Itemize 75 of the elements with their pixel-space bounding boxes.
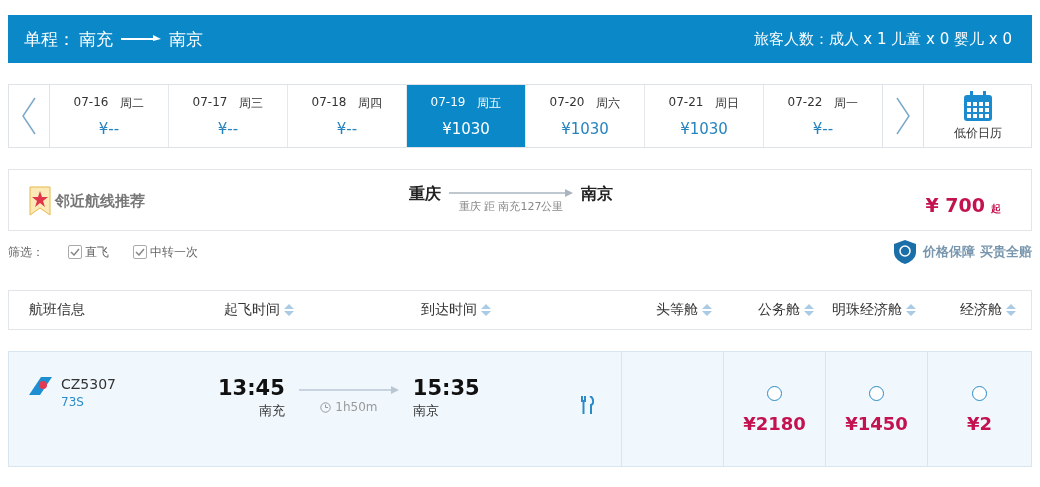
date-tab[interactable]: 07-19 周五 ¥1030 <box>407 85 526 147</box>
column-header: 航班信息 <box>29 301 85 319</box>
section-title: 邻近航线推荐 <box>55 191 145 211</box>
clock-icon <box>320 401 332 413</box>
fare-radio[interactable] <box>869 386 884 401</box>
flight-duration: 1h50m <box>335 400 378 414</box>
date-label: 07-19 <box>430 94 466 111</box>
aircraft-type: 73S <box>61 395 85 409</box>
arrow-icon <box>121 34 161 44</box>
fare-radio[interactable] <box>972 386 987 401</box>
date-label: 07-18 <box>311 94 347 111</box>
checkmark-icon <box>135 248 145 256</box>
date-tab[interactable]: 07-16 周二 ¥-- <box>50 85 169 147</box>
arrival-time: 15:35 <box>412 376 480 400</box>
fare-price: ¥2180 <box>743 413 806 434</box>
fare-radio[interactable] <box>767 386 782 401</box>
distance-note: 重庆 距 南充127公里 <box>458 199 564 214</box>
arrival-city: 南京 <box>412 402 439 420</box>
weekday-label: 周四 <box>358 94 383 112</box>
weekday-label: 周日 <box>715 94 740 112</box>
arrow-icon <box>298 386 399 394</box>
column-header: 经济舱 <box>960 301 1002 319</box>
destination-city: 南京 <box>169 27 203 51</box>
column-header: 明珠经济舱 <box>832 301 902 319</box>
departure-time: 13:45 <box>218 376 285 400</box>
chevron-right-icon <box>895 96 911 136</box>
column-header: 起飞时间 <box>224 301 280 319</box>
date-label: 07-20 <box>549 94 585 111</box>
trip-type: 单程： <box>24 27 75 51</box>
date-tab[interactable]: 07-20 周六 ¥1030 <box>526 85 645 147</box>
flight-number: CZ5307 <box>61 376 116 392</box>
calendar-button[interactable]: 低价日历 <box>924 85 1031 147</box>
chevron-left-icon <box>21 96 37 136</box>
weekday-label: 周六 <box>596 94 621 112</box>
filter-checkbox[interactable]: 中转一次 <box>133 243 198 261</box>
price-label: ¥1030 <box>442 119 490 138</box>
weekday-label: 周二 <box>120 94 145 112</box>
shield-icon <box>893 239 918 265</box>
price-label: ¥ 700 <box>925 194 985 216</box>
calendar-icon <box>962 90 993 122</box>
price-suffix: 起 <box>991 202 1001 216</box>
destination-city: 南京 <box>581 184 613 205</box>
price-label: ¥1030 <box>680 119 728 138</box>
price-label: ¥-- <box>98 119 120 138</box>
column-header: 公务舱 <box>758 301 800 319</box>
guarantee-label: 价格保障 买贵全赔 <box>923 243 1032 261</box>
date-tab[interactable]: 07-17 周三 ¥-- <box>169 85 288 147</box>
filter-checkbox[interactable]: 直飞 <box>68 243 109 261</box>
next-button[interactable] <box>882 85 924 147</box>
star-ribbon-icon <box>29 186 51 216</box>
date-label: 07-21 <box>668 94 704 111</box>
price-label: ¥-- <box>336 119 358 138</box>
airline-logo-icon <box>27 376 53 396</box>
column-header: 头等舱 <box>656 301 698 319</box>
date-label: 07-17 <box>192 94 228 111</box>
origin-city: 重庆 <box>409 184 441 205</box>
date-tab[interactable]: 07-21 周日 ¥1030 <box>645 85 764 147</box>
filter-label: 筛选： <box>8 243 44 261</box>
column-header: 到达时间 <box>421 301 477 319</box>
price-label: ¥-- <box>812 119 834 138</box>
arrow-icon <box>449 189 573 197</box>
passenger-count: 旅客人数：成人 x 1 儿童 x 0 婴儿 x 0 <box>753 29 1012 49</box>
date-label: 07-22 <box>787 94 823 111</box>
price-label: ¥-- <box>217 119 239 138</box>
weekday-label: 周五 <box>477 94 502 112</box>
date-tab[interactable]: 07-22 周一 ¥-- <box>764 85 882 147</box>
fare-price: ¥2 <box>966 413 993 434</box>
departure-city: 南充 <box>258 402 285 420</box>
weekday-label: 周一 <box>834 94 859 112</box>
origin-city: 南充 <box>79 27 113 51</box>
checkmark-icon <box>70 248 80 256</box>
date-label: 07-16 <box>73 94 109 111</box>
fare-price: ¥1450 <box>845 413 908 434</box>
price-label: ¥1030 <box>561 119 609 138</box>
weekday-label: 周三 <box>239 94 264 112</box>
